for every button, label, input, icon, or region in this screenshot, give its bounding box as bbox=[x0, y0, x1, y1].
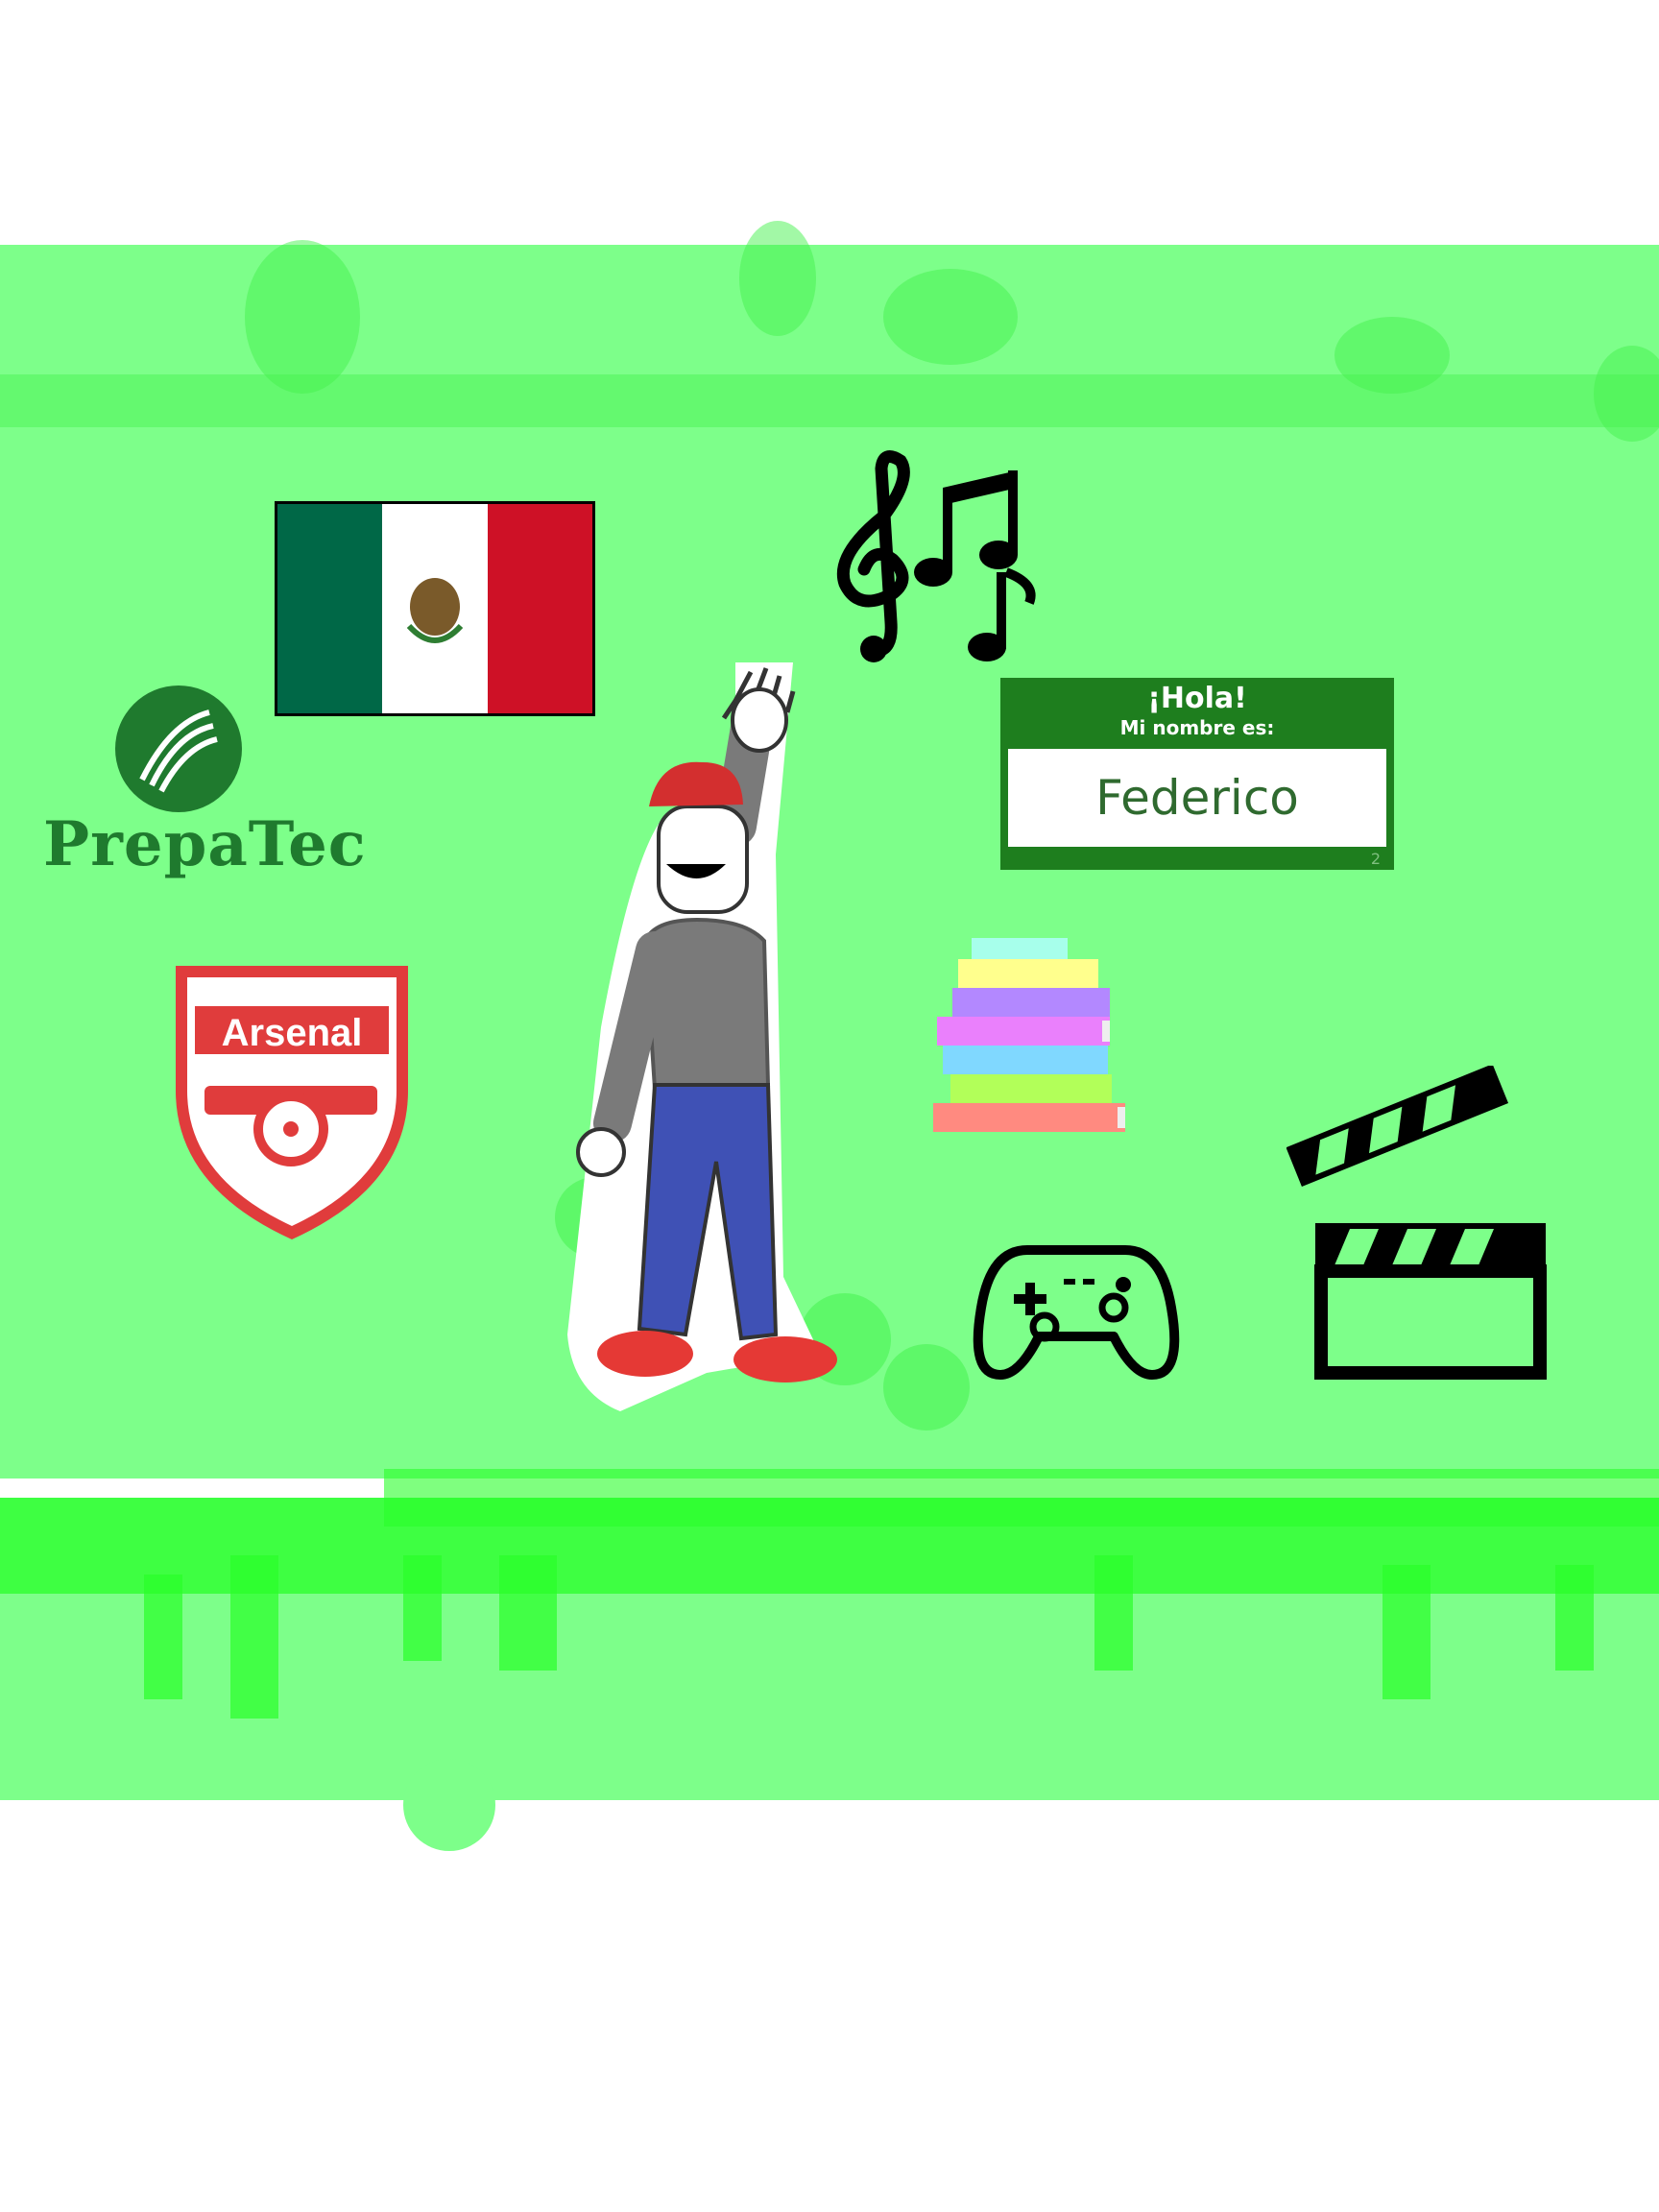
name-tag-greeting: ¡Hola! bbox=[1147, 682, 1247, 715]
books-stack-icon bbox=[933, 938, 1125, 1132]
name-tag: ¡Hola! Mi nombre es: Federico 2 bbox=[1000, 678, 1394, 870]
drawing-canvas: PrepaTec Arsenal ¡Hola! Mi nombre es: Fe… bbox=[0, 0, 1659, 2212]
prepatec-wordmark: PrepaTec bbox=[43, 808, 367, 880]
prepatec-logo-icon bbox=[115, 685, 242, 812]
name-tag-number: 2 bbox=[1370, 850, 1381, 868]
name-tag-name: Federico bbox=[1095, 770, 1299, 826]
arsenal-crest-icon: Arsenal bbox=[176, 966, 408, 1239]
name-tag-field: Federico bbox=[1008, 749, 1386, 847]
person-waving-icon bbox=[567, 662, 837, 1411]
arsenal-wordmark: Arsenal bbox=[222, 1012, 363, 1054]
name-tag-subtitle: Mi nombre es: bbox=[1119, 716, 1275, 739]
mexico-flag-icon bbox=[275, 501, 595, 716]
music-notes-icon bbox=[836, 450, 1036, 662]
clapperboard-icon bbox=[1286, 1066, 1547, 1380]
game-controller-icon bbox=[973, 1245, 1180, 1380]
